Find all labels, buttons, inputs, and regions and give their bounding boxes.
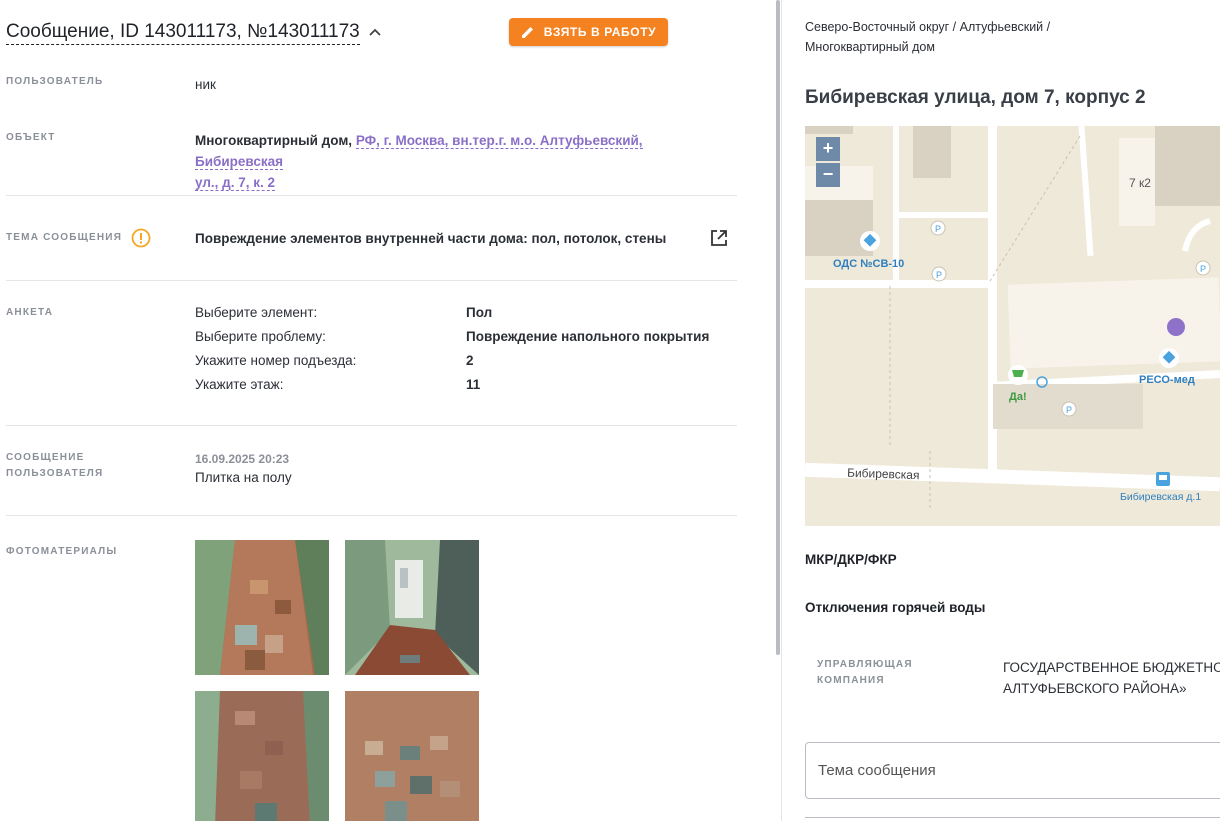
management-company-label: УПРАВЛЯЮЩАЯ КОМПАНИЯ	[817, 657, 913, 689]
map-bus-stop-label: Бибиревская д.1	[1120, 491, 1201, 503]
chevron-up-icon[interactable]	[368, 26, 382, 40]
hot-water-section-title[interactable]: Отключения горячей воды	[805, 600, 985, 615]
survey-question: Выберите элемент:	[195, 305, 318, 320]
survey-question: Укажите номер подъезда:	[195, 353, 357, 368]
object-address-title: Бибиревская улица, дом 7, корпус 2	[805, 87, 1146, 108]
message-details-panel: Сообщение, ID 143011173, №143011173 ВЗЯТ…	[0, 0, 776, 821]
photos-label: ФОТОМАТЕРИАЛЫ	[6, 546, 118, 557]
map-street-label: Бибиревская	[847, 466, 920, 483]
message-header: Сообщение, ID 143011173, №143011173	[6, 20, 382, 45]
object-type: Многоквартирный дом,	[195, 133, 353, 148]
parking-icon: P	[1195, 260, 1211, 276]
mkr-section-title[interactable]: МКР/ДКР/ФКР	[805, 552, 897, 567]
map-zoom-controls: + −	[816, 137, 840, 187]
map-reso-label: РЕСО-мед	[1139, 374, 1195, 386]
topic-value: Повреждение элементов внутренней части д…	[195, 231, 667, 246]
map[interactable]: P P P P 7 к2 ОДС №СВ-10 РЕСО-мед Да! Биб…	[805, 126, 1220, 526]
map-ods-label: ОДС №СВ-10	[833, 258, 904, 270]
take-to-work-label: ВЗЯТЬ В РАБОТУ	[543, 25, 657, 39]
survey-answer: Пол	[466, 305, 493, 320]
map-da-label: Да!	[1009, 391, 1027, 403]
divider	[6, 425, 737, 426]
photo-thumbnail[interactable]	[195, 691, 329, 821]
message-date: 16.09.2025 20:23	[195, 452, 290, 466]
left-panel-scrollbar[interactable]	[776, 0, 780, 655]
open-in-new-icon[interactable]	[709, 228, 729, 248]
object-label: ОБЪЕКТ	[6, 132, 56, 143]
survey-label: АНКЕТА	[6, 307, 54, 318]
survey-question: Укажите этаж:	[195, 377, 284, 392]
divider	[6, 280, 737, 281]
message-text: Плитка на полу	[195, 470, 292, 485]
parking-icon: P	[1061, 401, 1077, 417]
breadcrumb: Северо-Восточный округ / Алтуфьевский / …	[805, 17, 1105, 57]
map-canvas[interactable]: P P P P 7 к2 ОДС №СВ-10 РЕСО-мед Да! Биб…	[805, 126, 1220, 526]
divider	[6, 195, 737, 196]
user-value: ник	[195, 77, 216, 92]
user-message-label: СООБЩЕНИЕ ПОЛЬЗОВАТЕЛЯ	[6, 450, 103, 482]
take-to-work-button[interactable]: ВЗЯТЬ В РАБОТУ	[509, 18, 668, 46]
object-address-link-cont[interactable]: ул., д. 7, к. 2	[195, 175, 276, 191]
zoom-out-button[interactable]: −	[816, 163, 840, 187]
pencil-icon	[521, 27, 533, 38]
zoom-in-button[interactable]: +	[816, 137, 840, 161]
map-building-label: 7 к2	[1129, 176, 1151, 190]
management-company-label-line2: КОМПАНИЯ	[817, 675, 885, 686]
topic-label: ТЕМА СООБЩЕНИЯ	[6, 232, 123, 243]
photo-thumbnail[interactable]	[345, 691, 479, 821]
survey-answer: 11	[466, 377, 481, 392]
breadcrumb-line2[interactable]: Многоквартирный дом	[805, 40, 935, 54]
survey-answer: 2	[466, 353, 474, 368]
user-label: ПОЛЬЗОВАТЕЛЬ	[6, 76, 104, 87]
photo-thumbnail[interactable]	[195, 540, 329, 675]
photo-thumbnail[interactable]	[345, 540, 479, 675]
management-company-value-line2: АЛТУФЬЕВСКОГО РАЙОНА»	[1003, 681, 1187, 696]
next-input-field[interactable]	[805, 817, 1220, 821]
object-info-panel: Северо-Восточный округ / Алтуфьевский / …	[782, 0, 1220, 821]
page-title[interactable]: Сообщение, ID 143011173, №143011173	[6, 20, 360, 45]
warning-circle-icon[interactable]	[131, 228, 151, 248]
survey-answer: Повреждение напольного покрытия	[466, 329, 710, 344]
parking-label: P	[935, 224, 941, 234]
management-company-value-line1: ГОСУДАРСТВЕННОЕ БЮДЖЕТНОЕ	[1003, 660, 1220, 675]
management-company-label-line1: УПРАВЛЯЮЩАЯ	[817, 659, 913, 670]
parking-label: P	[936, 270, 942, 280]
survey-question: Выберите проблему:	[195, 329, 326, 344]
breadcrumb-line1[interactable]: Северо-Восточный округ / Алтуфьевский /	[805, 20, 1050, 34]
parking-icon: P	[930, 220, 946, 236]
parking-label: P	[1200, 264, 1206, 274]
object-value: Многоквартирный дом, РФ, г. Москва, вн.т…	[195, 130, 725, 193]
management-company-value: ГОСУДАРСТВЕННОЕ БЮДЖЕТНОЕ АЛТУФЬЕВСКОГО …	[1003, 657, 1220, 699]
divider	[6, 515, 737, 516]
user-message-label-line2: ПОЛЬЗОВАТЕЛЯ	[6, 468, 104, 479]
parking-icon: P	[931, 266, 947, 282]
user-message-label-line1: СООБЩЕНИЕ	[6, 452, 85, 463]
parking-label: P	[1066, 405, 1072, 415]
message-topic-input[interactable]	[805, 742, 1220, 799]
